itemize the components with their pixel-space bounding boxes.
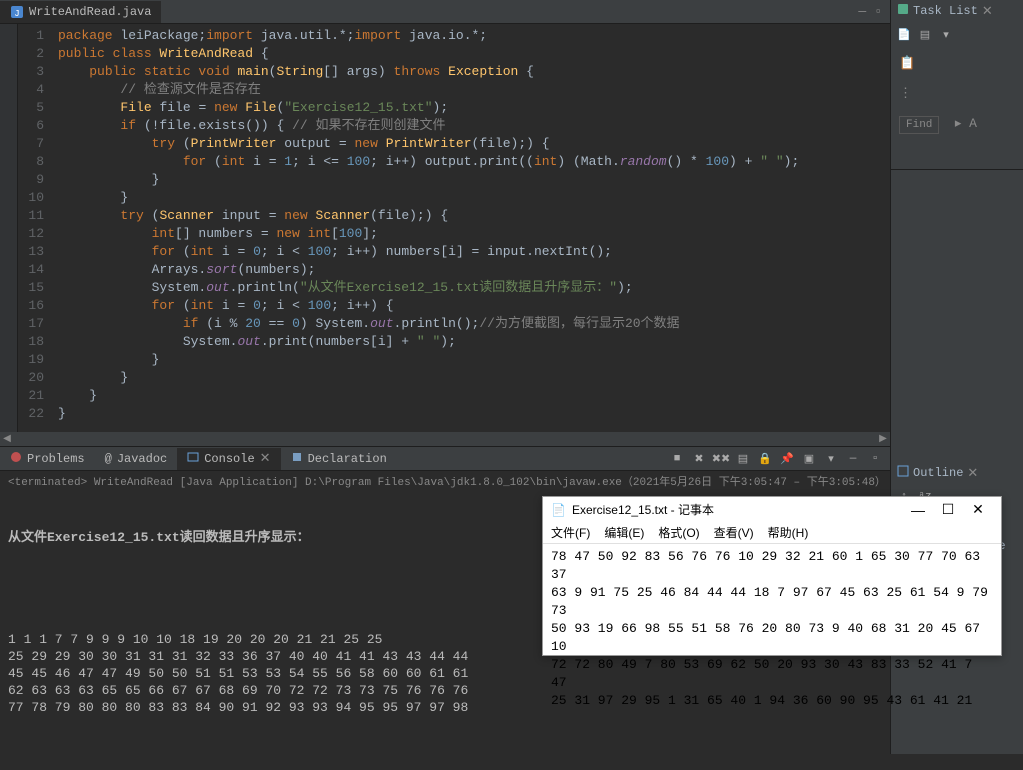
- outline-title: Outline: [913, 466, 963, 480]
- open-console-icon[interactable]: ▾: [822, 450, 840, 468]
- editor-tab[interactable]: J WriteAndRead.java: [0, 1, 161, 23]
- problems-icon: [10, 451, 22, 467]
- find-input[interactable]: Find: [899, 116, 939, 134]
- collapse-icon[interactable]: 📋: [899, 56, 915, 71]
- notepad-line: 72 72 80 49 7 80 53 69 62 50 20 93 30 43…: [551, 656, 993, 692]
- menu-format[interactable]: 格式(O): [658, 524, 699, 541]
- max-icon[interactable]: ▫: [866, 450, 884, 468]
- code-content[interactable]: package leiPackage;import java.util.*;im…: [50, 24, 890, 432]
- all-toggle[interactable]: ▸ A: [955, 116, 977, 131]
- task-list-icon: [897, 3, 909, 19]
- horizontal-scrollbar[interactable]: ◀ ▶: [0, 432, 890, 446]
- maximize-icon[interactable]: ▫: [874, 4, 882, 19]
- tab-problems[interactable]: Problems: [0, 448, 95, 470]
- close-icon[interactable]: ✕: [982, 4, 993, 19]
- minimize-button[interactable]: —: [903, 502, 933, 518]
- console-tab-bar: Problems @ Javadoc Console ✕ Declaration: [0, 447, 890, 471]
- scroll-left-icon[interactable]: ◀: [0, 433, 14, 445]
- tab-console[interactable]: Console ✕: [177, 448, 280, 470]
- menu-file[interactable]: 文件(F): [551, 524, 590, 541]
- notepad-menubar: 文件(F) 编辑(E) 格式(O) 查看(V) 帮助(H): [543, 522, 1001, 544]
- categorize-icon[interactable]: ▤: [916, 26, 934, 44]
- notepad-icon: 📄: [551, 503, 566, 517]
- remove-launch-icon[interactable]: ✖: [690, 450, 708, 468]
- maximize-button[interactable]: ☐: [933, 501, 963, 518]
- task-list-panel: Task List ✕ 📄 ▤ ▾ 📋 ⋮ Find ▸ A: [891, 0, 1023, 170]
- menu-edit[interactable]: 编辑(E): [604, 524, 644, 541]
- notepad-line: 50 93 19 66 98 55 51 58 76 20 80 73 9 40…: [551, 620, 993, 656]
- line-numbers: 12345678910111213141516171819202122: [18, 24, 50, 432]
- scroll-lock-icon[interactable]: 🔒: [756, 450, 774, 468]
- min-icon[interactable]: —: [844, 450, 862, 468]
- editor-tab-bar: J WriteAndRead.java — ▫: [0, 0, 890, 24]
- menu-help[interactable]: 帮助(H): [768, 524, 809, 541]
- remove-all-icon[interactable]: ✖✖: [712, 450, 730, 468]
- filter-icon[interactable]: ▾: [937, 26, 955, 44]
- new-task-icon[interactable]: 📄: [895, 26, 913, 44]
- svg-text:J: J: [14, 9, 19, 19]
- javadoc-icon: @: [105, 452, 112, 466]
- notepad-line: 78 47 50 92 83 56 76 76 10 29 32 21 60 1…: [551, 548, 993, 584]
- notepad-title-text: Exercise12_15.txt - 记事本: [572, 501, 714, 518]
- declaration-icon: [291, 451, 303, 467]
- notepad-line: 25 31 97 29 95 1 31 65 40 1 94 36 60 90 …: [551, 692, 993, 710]
- task-list-title: Task List: [913, 4, 978, 18]
- pin-console-icon[interactable]: 📌: [778, 450, 796, 468]
- tab-declaration[interactable]: Declaration: [281, 448, 397, 470]
- notepad-line: 63 9 91 75 25 46 84 44 44 18 7 97 67 45 …: [551, 584, 993, 620]
- scroll-right-icon[interactable]: ▶: [876, 433, 890, 445]
- code-editor[interactable]: 12345678910111213141516171819202122 pack…: [0, 24, 890, 432]
- notepad-titlebar[interactable]: 📄 Exercise12_15.txt - 记事本 — ☐ ✕: [543, 497, 1001, 522]
- console-status: <terminated> WriteAndRead [Java Applicat…: [0, 471, 890, 491]
- notepad-window[interactable]: 📄 Exercise12_15.txt - 记事本 — ☐ ✕ 文件(F) 编辑…: [542, 496, 1002, 656]
- clear-console-icon[interactable]: ▤: [734, 450, 752, 468]
- close-icon[interactable]: ✕: [260, 451, 271, 466]
- close-icon[interactable]: ✕: [967, 466, 978, 481]
- java-file-icon: J: [10, 5, 24, 19]
- notepad-content[interactable]: 78 47 50 92 83 56 76 76 10 29 32 21 60 1…: [543, 544, 1001, 714]
- terminate-icon[interactable]: ■: [668, 450, 686, 468]
- tab-javadoc[interactable]: @ Javadoc: [95, 448, 178, 470]
- console-icon: [187, 451, 199, 467]
- outline-icon: [897, 465, 909, 481]
- close-button[interactable]: ✕: [963, 501, 993, 518]
- display-console-icon[interactable]: ▣: [800, 450, 818, 468]
- gutter: [0, 24, 18, 432]
- editor-tab-label: WriteAndRead.java: [29, 5, 151, 19]
- minimize-icon[interactable]: —: [858, 4, 866, 19]
- menu-view[interactable]: 查看(V): [714, 524, 754, 541]
